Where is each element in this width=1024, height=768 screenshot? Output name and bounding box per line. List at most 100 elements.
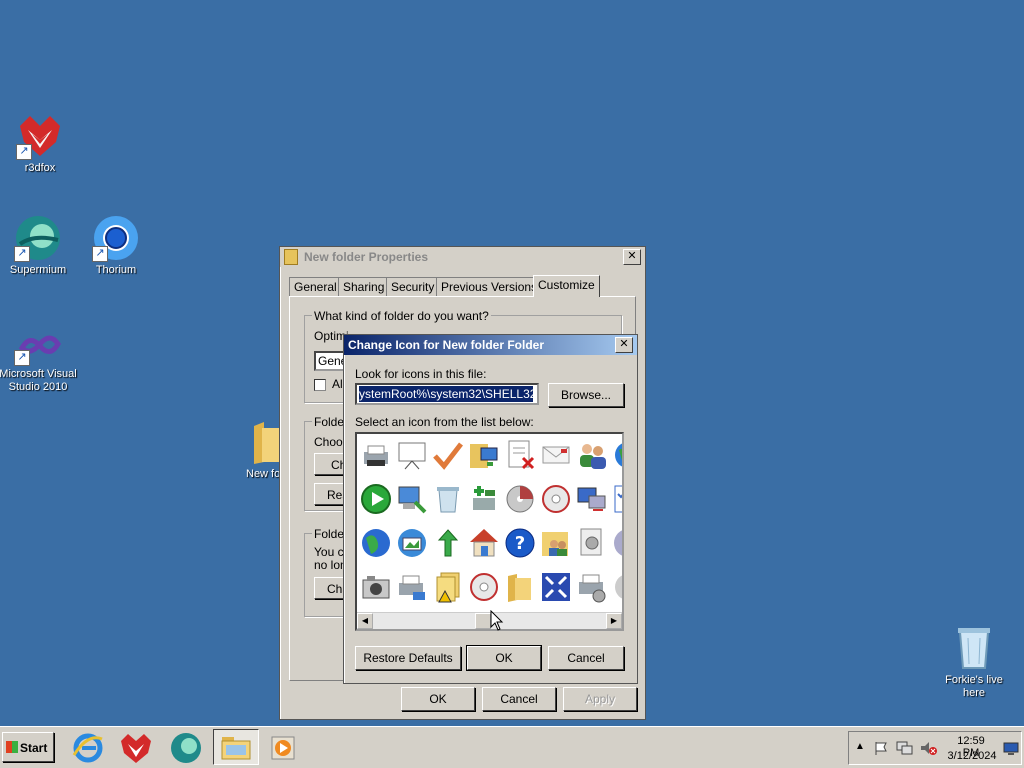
checklist-icon[interactable] xyxy=(611,482,624,516)
disc-icon[interactable] xyxy=(611,570,624,604)
globe-network-icon[interactable] xyxy=(359,526,393,560)
mouse-cursor-icon xyxy=(490,610,504,631)
start-label: Start xyxy=(20,741,48,755)
thorium-icon: ↗ xyxy=(92,214,140,262)
tab-customize[interactable]: Customize xyxy=(533,275,600,297)
folder-icon xyxy=(284,249,298,265)
network-computer-icon[interactable] xyxy=(575,482,609,516)
camera-icon[interactable] xyxy=(359,570,393,604)
start-button[interactable]: Start xyxy=(2,732,54,762)
printer-network-icon[interactable] xyxy=(395,570,429,604)
printer-icon[interactable] xyxy=(359,438,393,472)
explorer-taskbar-button[interactable] xyxy=(213,729,259,765)
tab-security[interactable]: Security xyxy=(386,277,440,296)
ok-button[interactable]: OK xyxy=(466,645,542,671)
scroll-left-button[interactable]: ◀ xyxy=(357,613,373,629)
tab-sharing[interactable]: Sharing xyxy=(338,277,390,296)
close-button[interactable]: ✕ xyxy=(623,249,641,265)
warning-folder-icon[interactable] xyxy=(431,570,465,604)
cd-icon[interactable] xyxy=(539,482,573,516)
dialog-titlebar[interactable]: Change Icon for New folder Folder ✕ xyxy=(344,335,637,355)
help-icon[interactable]: ? xyxy=(503,526,537,560)
network-icon[interactable] xyxy=(895,740,913,756)
cd-icon[interactable] xyxy=(467,570,501,604)
shortcut-arrow-icon: ↗ xyxy=(14,350,30,366)
close-button[interactable]: ✕ xyxy=(615,337,633,353)
svg-text:?: ? xyxy=(515,533,525,554)
dialog-title: Change Icon for New folder Folder xyxy=(348,338,545,352)
globe-icon[interactable] xyxy=(611,526,624,560)
recycle-bin-icon xyxy=(950,624,998,672)
action-center-flag-icon[interactable] xyxy=(873,740,889,756)
globe-picture-icon[interactable] xyxy=(395,526,429,560)
envelope-icon[interactable] xyxy=(539,438,573,472)
globe-icon[interactable] xyxy=(611,438,624,472)
also-apply-checkbox[interactable] xyxy=(314,379,326,391)
select-label: Select an icon from the list below: xyxy=(355,415,534,429)
home-network-icon[interactable] xyxy=(467,526,501,560)
look-label: Look for icons in this file: xyxy=(355,367,487,381)
r3dfox-icon[interactable] xyxy=(118,731,154,765)
document-delete-icon[interactable] xyxy=(503,438,537,472)
computer-search-icon[interactable] xyxy=(395,482,429,516)
internet-explorer-icon[interactable] xyxy=(70,731,106,765)
desktop-icon-label: Microsoft Visual Studio 2010 xyxy=(0,368,77,393)
show-hidden-icons-icon[interactable]: ▲ xyxy=(855,741,865,752)
restore-defaults-button[interactable]: Restore Defaults xyxy=(355,646,461,670)
windows-logo-icon xyxy=(6,741,18,753)
desktop-icon-visual-studio[interactable]: ↗ Microsoft Visual Studio 2010 xyxy=(0,326,78,394)
shared-users-folder-icon[interactable] xyxy=(539,526,573,560)
file-path-input[interactable]: ystemRoot%\system32\SHELL32.dll xyxy=(355,383,539,405)
desktop-icon-recycle-bin[interactable]: Forkie's live here xyxy=(934,624,1014,700)
desktop: { "desktop": { "icons": [ {"label": "r3d… xyxy=(0,0,1024,768)
tab-general[interactable]: General xyxy=(289,277,342,296)
show-desktop-icon[interactable] xyxy=(1003,740,1019,756)
network-folder-icon[interactable] xyxy=(467,438,501,472)
recycle-bin-icon[interactable] xyxy=(431,482,465,516)
document-settings-icon[interactable] xyxy=(575,526,609,560)
ok-button[interactable]: OK xyxy=(401,687,475,711)
projector-screen-icon[interactable] xyxy=(395,438,429,472)
desktop-icon-thorium[interactable]: ↗ Thorium xyxy=(76,214,156,277)
fullscreen-icon[interactable] xyxy=(539,570,573,604)
apply-button[interactable]: Apply xyxy=(563,687,637,711)
browse-button[interactable]: Browse... xyxy=(548,383,624,407)
users-icon[interactable] xyxy=(575,438,609,472)
group-label: What kind of folder do you want? xyxy=(312,309,491,323)
icons-info-text: no lon xyxy=(314,558,347,572)
supermium-icon[interactable] xyxy=(168,731,204,765)
desktop-icon-r3dfox[interactable]: ↗ r3dfox xyxy=(0,112,80,175)
scroll-thumb[interactable] xyxy=(475,613,491,629)
visual-studio-icon: ↗ xyxy=(14,326,62,366)
window-title: New folder Properties xyxy=(304,250,429,264)
supermium-icon: ↗ xyxy=(14,214,62,262)
scroll-right-button[interactable]: ▶ xyxy=(606,613,622,629)
desktop-icon-label: Forkie's live here xyxy=(945,674,1003,699)
play-icon[interactable] xyxy=(359,482,393,516)
properties-titlebar[interactable]: New folder Properties ✕ xyxy=(280,247,645,267)
taskbar: Start ▲ 12:59 PM 3/12/2024 xyxy=(0,726,1024,768)
desktop-icon-label: r3dfox xyxy=(24,162,56,174)
tab-previous-versions[interactable]: Previous Versions xyxy=(436,277,543,296)
folder-icon xyxy=(221,737,251,760)
add-program-icon[interactable] xyxy=(467,482,501,516)
system-tray: ▲ 12:59 PM 3/12/2024 xyxy=(848,731,1022,765)
icon-list[interactable]: ? ◀ ▶ xyxy=(355,432,624,631)
media-player-icon[interactable] xyxy=(266,731,302,765)
r3dfox-icon: ↗ xyxy=(16,112,64,160)
up-arrow-icon[interactable] xyxy=(431,526,465,560)
file-path-value: ystemRoot%\system32\SHELL32.dll xyxy=(359,386,533,402)
volume-muted-icon[interactable] xyxy=(919,740,937,756)
folder-icon[interactable] xyxy=(503,570,537,604)
cancel-button[interactable]: Cancel xyxy=(482,687,556,711)
tab-strip: General Sharing Security Previous Versio… xyxy=(289,275,639,297)
printer-settings-icon[interactable] xyxy=(575,570,609,604)
clock-date[interactable]: 3/12/2024 xyxy=(945,750,999,762)
checkmark-icon[interactable] xyxy=(431,438,465,472)
desktop-icon-supermium[interactable]: ↗ Supermium xyxy=(0,214,78,277)
shortcut-arrow-icon: ↗ xyxy=(14,246,30,262)
shortcut-arrow-icon: ↗ xyxy=(16,144,32,160)
cancel-button[interactable]: Cancel xyxy=(548,646,624,670)
disc-drive-icon[interactable] xyxy=(503,482,537,516)
desktop-icon-label: Thorium xyxy=(95,264,137,276)
